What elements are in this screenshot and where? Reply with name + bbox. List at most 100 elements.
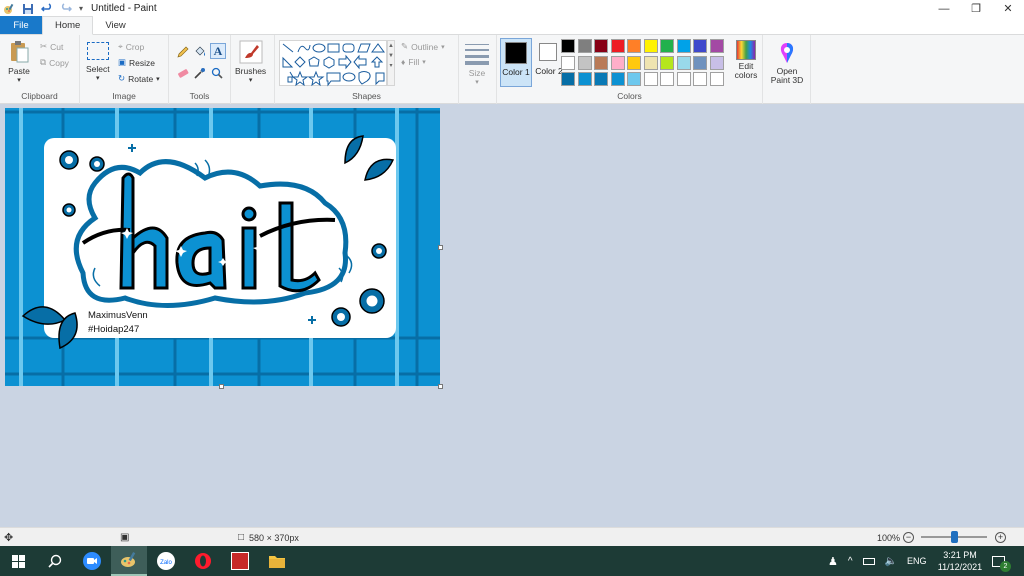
zoom-slider-thumb[interactable] bbox=[951, 531, 958, 543]
clipboard-group: Paste ▾ ✂ Cut ⧉ Copy Clipboard bbox=[0, 35, 80, 104]
resize-handle-right[interactable] bbox=[438, 245, 443, 250]
palette-swatch[interactable] bbox=[627, 72, 641, 86]
palette-swatch[interactable] bbox=[693, 72, 707, 86]
color-picker-icon[interactable] bbox=[193, 66, 207, 80]
minimize-button[interactable]: — bbox=[928, 0, 960, 17]
shapes-gallery[interactable] bbox=[279, 40, 387, 87]
taskbar-file-explorer[interactable] bbox=[259, 546, 295, 576]
eraser-icon[interactable] bbox=[176, 66, 190, 80]
palette-swatch[interactable] bbox=[709, 55, 724, 70]
people-icon[interactable]: ♟ bbox=[828, 555, 838, 568]
close-button[interactable]: ✕ bbox=[992, 0, 1024, 17]
color1-label: Color 1 bbox=[502, 67, 530, 77]
edit-colors-button[interactable]: Edit colors bbox=[733, 40, 759, 80]
palette-swatch[interactable] bbox=[627, 55, 641, 70]
palette-swatch[interactable] bbox=[561, 72, 575, 86]
color2-button[interactable]: Color 2 bbox=[535, 38, 563, 87]
fill-bucket-icon[interactable] bbox=[193, 45, 207, 59]
palette-swatch[interactable] bbox=[577, 55, 592, 70]
taskbar-opera[interactable] bbox=[185, 546, 221, 576]
fill-button[interactable]: ♦ Fill ▾ bbox=[401, 57, 426, 67]
palette-swatch[interactable] bbox=[660, 39, 674, 53]
canvas-workspace[interactable]: MaximusVenn #Hoidap247 bbox=[0, 104, 1024, 527]
palette-swatch[interactable] bbox=[610, 39, 625, 53]
taskbar-zoom[interactable] bbox=[74, 546, 110, 576]
color1-button[interactable]: Color 1 bbox=[500, 38, 532, 87]
palette-swatch[interactable] bbox=[577, 72, 592, 86]
resize-handle-bottom[interactable] bbox=[219, 384, 224, 389]
palette-swatch[interactable] bbox=[627, 39, 641, 53]
palette-swatch[interactable] bbox=[676, 55, 691, 70]
zoom-in-button[interactable]: + bbox=[995, 528, 1006, 547]
drawing-canvas[interactable]: MaximusVenn #Hoidap247 bbox=[5, 108, 440, 386]
copy-button[interactable]: ⧉ Copy bbox=[40, 57, 69, 68]
canvas-size-text: 580 × 370px bbox=[249, 532, 299, 543]
notification-count: 2 bbox=[1000, 560, 1011, 572]
paint-app-icon[interactable] bbox=[3, 3, 15, 15]
zoom-out-button[interactable]: − bbox=[903, 528, 914, 547]
undo-icon[interactable] bbox=[41, 2, 53, 15]
start-button[interactable] bbox=[0, 546, 36, 576]
palette-swatch[interactable] bbox=[660, 55, 674, 70]
taskbar-media-app[interactable] bbox=[222, 546, 258, 576]
customize-toolbar-icon[interactable]: ▾ bbox=[79, 4, 83, 13]
taskbar-paint[interactable] bbox=[111, 546, 147, 576]
palette-swatch[interactable] bbox=[643, 39, 658, 53]
palette-swatch[interactable] bbox=[643, 55, 658, 70]
size-button[interactable]: Size ▾ bbox=[465, 42, 489, 86]
tab-file[interactable]: File bbox=[0, 16, 42, 34]
palette-swatch[interactable] bbox=[594, 72, 608, 86]
brushes-button[interactable]: Brushes ▾ bbox=[235, 40, 266, 84]
language-indicator[interactable]: ENG bbox=[907, 556, 927, 566]
palette-swatch[interactable] bbox=[610, 72, 625, 86]
palette-swatch[interactable] bbox=[594, 55, 608, 70]
search-icon bbox=[48, 554, 62, 568]
outline-button[interactable]: ✎ Outline ▾ bbox=[401, 41, 445, 52]
palette-swatch[interactable] bbox=[676, 72, 691, 86]
battery-icon[interactable] bbox=[862, 557, 875, 565]
resize-handle-corner[interactable] bbox=[438, 384, 443, 389]
notifications-button[interactable]: 2 bbox=[992, 546, 1016, 576]
palette-swatch[interactable] bbox=[577, 39, 592, 53]
palette-swatch[interactable] bbox=[709, 72, 724, 86]
select-button[interactable]: Select ▾ bbox=[86, 42, 110, 82]
search-button[interactable] bbox=[37, 546, 73, 576]
palette-swatch[interactable] bbox=[660, 72, 674, 86]
tools-group: A Tools bbox=[169, 35, 231, 104]
volume-icon[interactable]: 🔈 bbox=[885, 556, 897, 567]
palette-swatch[interactable] bbox=[643, 72, 658, 86]
paste-button[interactable]: Paste ▾ bbox=[7, 40, 31, 84]
tab-home[interactable]: Home bbox=[42, 16, 94, 35]
save-icon[interactable] bbox=[22, 3, 34, 15]
magnifier-icon[interactable] bbox=[210, 66, 224, 80]
outline-icon: ✎ bbox=[401, 41, 409, 51]
palette-swatch[interactable] bbox=[610, 55, 625, 70]
canvas-size-status: □ 580 × 370px bbox=[238, 528, 299, 547]
caption-hashtag: #Hoidap247 bbox=[88, 324, 140, 335]
redo-icon[interactable] bbox=[60, 2, 72, 15]
palette-swatch[interactable] bbox=[676, 39, 691, 53]
cut-button[interactable]: ✂ Cut bbox=[40, 41, 63, 52]
paste-icon bbox=[11, 41, 29, 63]
clock[interactable]: 3:21 PM 11/12/2021 bbox=[936, 546, 984, 576]
palette-swatch[interactable] bbox=[709, 39, 724, 53]
shapes-scroll[interactable]: ▲ ▼ ▾ bbox=[387, 40, 395, 86]
pencil-icon[interactable] bbox=[176, 45, 190, 59]
open-paint3d-button[interactable]: Open Paint 3D bbox=[767, 41, 807, 85]
crop-button[interactable]: ⌖ Crop bbox=[118, 41, 144, 52]
palette-swatch[interactable] bbox=[594, 39, 608, 53]
palette-swatch[interactable] bbox=[693, 39, 707, 53]
text-tool-icon[interactable]: A bbox=[210, 43, 226, 59]
show-hidden-icons[interactable]: ^ bbox=[848, 556, 853, 567]
shapes-group-label: Shapes bbox=[352, 91, 381, 101]
resize-label: Resize bbox=[129, 57, 156, 68]
tab-view[interactable]: View bbox=[93, 16, 137, 34]
palette-swatch[interactable] bbox=[693, 55, 707, 70]
palette-swatch[interactable] bbox=[561, 55, 575, 70]
rotate-button[interactable]: ↻ Rotate ▾ bbox=[118, 73, 160, 84]
palette-swatch[interactable] bbox=[561, 39, 575, 53]
restore-button[interactable]: ❐ bbox=[960, 0, 992, 17]
clock-date: 11/12/2021 bbox=[937, 562, 983, 572]
taskbar-zalo[interactable]: Zalo bbox=[148, 546, 184, 576]
resize-button[interactable]: ▣ Resize bbox=[118, 57, 155, 68]
